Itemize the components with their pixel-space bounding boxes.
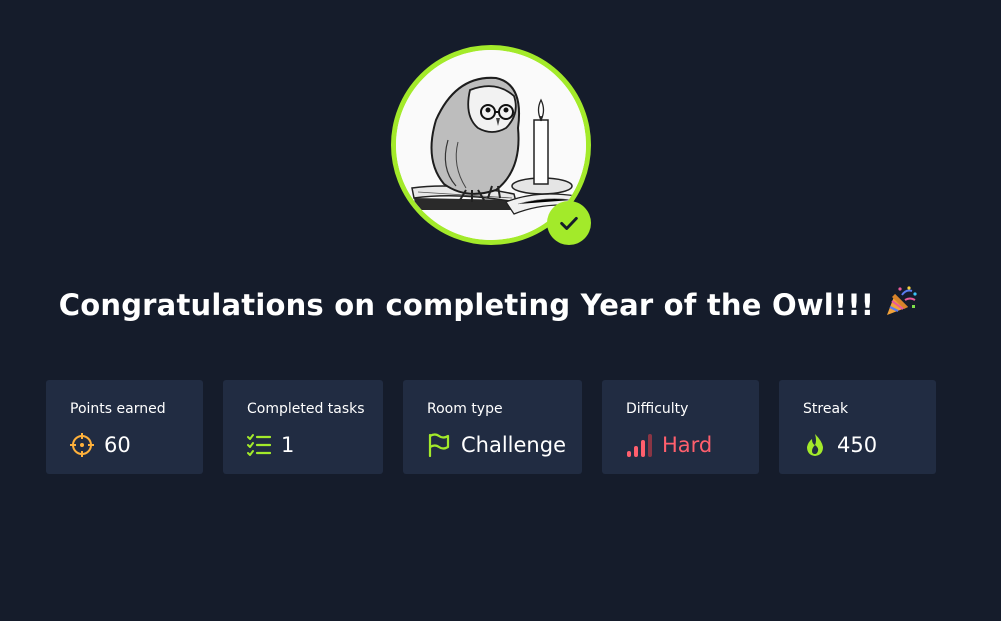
party-popper-icon xyxy=(884,285,918,324)
stat-card-points: Points earned 60 xyxy=(46,380,203,474)
stat-card-difficulty: Difficulty Hard xyxy=(602,380,759,474)
flame-icon xyxy=(803,433,827,457)
page-title: Congratulations on completing Year of th… xyxy=(0,285,977,324)
room-avatar-container xyxy=(391,45,591,245)
stat-value: Challenge xyxy=(461,433,566,457)
stat-value: 1 xyxy=(281,433,295,457)
stat-label: Streak xyxy=(803,401,849,417)
stat-value: 60 xyxy=(104,433,131,457)
stat-label: Points earned xyxy=(70,401,166,417)
stat-label: Difficulty xyxy=(626,401,689,417)
completed-check-badge xyxy=(547,201,591,245)
crosshair-icon xyxy=(70,433,94,457)
flag-icon xyxy=(427,433,451,457)
stat-value: 450 xyxy=(837,433,878,457)
stat-label: Completed tasks xyxy=(247,401,365,417)
stat-card-streak: Streak 450 xyxy=(779,380,936,474)
stat-card-room-type: Room type Challenge xyxy=(403,380,582,474)
stat-value: Hard xyxy=(662,433,713,457)
signal-bars-icon xyxy=(626,433,654,457)
tasks-list-icon xyxy=(247,433,271,457)
stat-card-completed-tasks: Completed tasks 1 xyxy=(223,380,383,474)
checkmark-icon xyxy=(560,216,578,230)
stat-label: Room type xyxy=(427,401,503,417)
page-title-text: Congratulations on completing Year of th… xyxy=(58,288,875,322)
